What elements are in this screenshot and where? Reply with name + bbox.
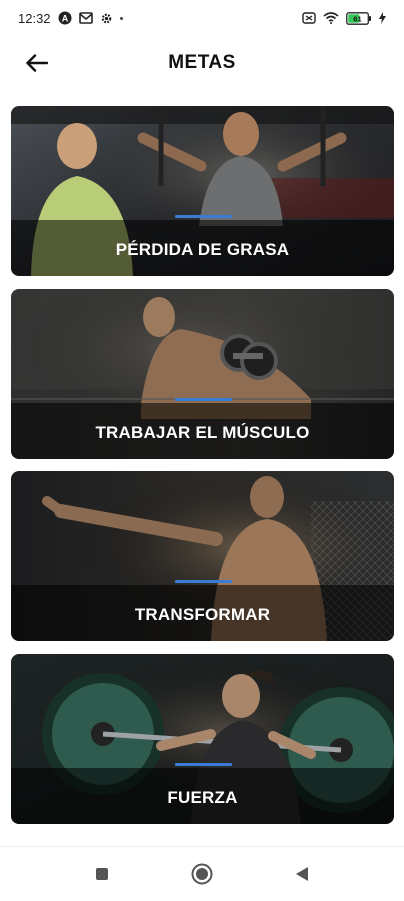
battery-icon: 61 bbox=[346, 11, 372, 25]
page-title: METAS bbox=[168, 52, 236, 73]
dot-icon bbox=[119, 16, 123, 20]
mail-icon bbox=[78, 12, 93, 24]
goal-card-transform[interactable]: TRANSFORMAR bbox=[11, 471, 394, 641]
wifi-icon bbox=[323, 12, 339, 24]
status-bar: 12:32 A 61 bbox=[0, 0, 404, 36]
back-nav-button[interactable] bbox=[282, 854, 322, 894]
status-time: 12:32 bbox=[18, 10, 51, 26]
charging-bolt-icon bbox=[379, 12, 386, 24]
back-button[interactable] bbox=[26, 48, 70, 78]
sim-icon bbox=[302, 12, 316, 24]
status-right: 61 bbox=[302, 11, 386, 25]
a-circle-icon: A bbox=[58, 11, 72, 25]
triangle-back-icon bbox=[295, 866, 309, 882]
settings-gear-icon bbox=[100, 12, 113, 25]
goal-card-strength[interactable]: FUERZA bbox=[11, 654, 394, 824]
battery-level-text: 61 bbox=[353, 14, 361, 23]
card-accent-line bbox=[175, 580, 232, 583]
goal-card-build-muscle[interactable]: TRABAJAR EL MÚSCULO bbox=[11, 289, 394, 459]
app-header: METAS bbox=[0, 38, 404, 88]
card-accent-line bbox=[175, 763, 232, 766]
arrow-left-icon bbox=[26, 54, 48, 72]
circle-home-icon bbox=[191, 863, 213, 885]
svg-text:A: A bbox=[61, 14, 68, 24]
status-left: 12:32 A bbox=[18, 11, 123, 26]
goal-label: FUERZA bbox=[167, 788, 238, 807]
goal-label: TRANSFORMAR bbox=[134, 605, 271, 624]
card-accent-line bbox=[175, 398, 232, 401]
goal-label: TRABAJAR EL MÚSCULO bbox=[95, 423, 310, 442]
square-icon bbox=[95, 867, 109, 881]
recents-button[interactable] bbox=[82, 854, 122, 894]
system-nav-bar bbox=[0, 846, 404, 901]
home-button[interactable] bbox=[182, 854, 222, 894]
card-accent-line bbox=[175, 215, 232, 218]
goal-label: PÉRDIDA DE GRASA bbox=[115, 240, 290, 259]
goal-card-fat-loss[interactable]: PÉRDIDA DE GRASA bbox=[11, 106, 394, 276]
